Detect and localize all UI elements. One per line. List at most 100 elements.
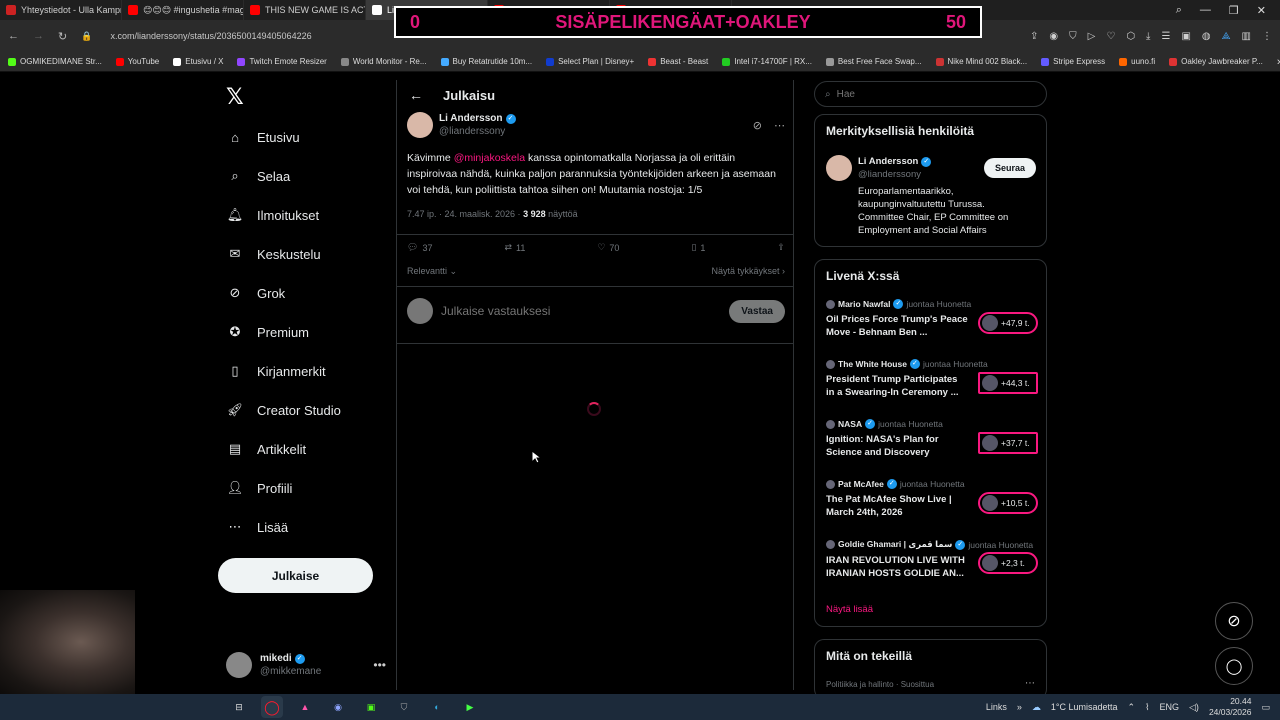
nav-item-lisaa[interactable]: ⋯ Lisää	[226, 518, 289, 536]
mention-link[interactable]: @minjakoskela	[454, 152, 525, 164]
author-name[interactable]: Li Andersson	[439, 112, 503, 125]
live-space-item[interactable]: Goldie Ghamari | سما قمری ✓ juontaa Huonet…	[826, 539, 1038, 580]
post-button[interactable]: Julkaise	[218, 558, 373, 593]
nav-item-selaa[interactable]: ⌕ Selaa	[226, 167, 290, 185]
close-icon[interactable]: ✕	[1257, 4, 1266, 17]
bookmark-item[interactable]: Twitch Emote Resizer	[237, 57, 327, 66]
nav-item-profiili[interactable]: 👤︎ Profiili	[226, 479, 293, 497]
maximize-icon[interactable]: ❐	[1229, 4, 1239, 17]
bookmark-button[interactable]: ▯ 1	[691, 242, 705, 253]
notification-icon[interactable]: ▭	[1261, 702, 1270, 713]
app-icon[interactable]: ▲	[294, 696, 316, 718]
messages-fab-button[interactable]: ◯	[1215, 647, 1253, 685]
bookmark-item[interactable]: Best Free Face Swap...	[825, 57, 922, 66]
more-icon[interactable]: ⋯	[774, 119, 785, 132]
nav-item-grok[interactable]: ⊘ Grok	[226, 284, 286, 302]
volume-icon[interactable]: ◁)	[1189, 702, 1199, 713]
bookmark-item[interactable]: uuno.fi	[1119, 57, 1155, 66]
avatar[interactable]	[407, 112, 433, 138]
profile-icon[interactable]: ◍	[1202, 31, 1211, 42]
author-handle[interactable]: @lianderssony	[439, 125, 516, 138]
show-more-link[interactable]: Näytä lisää	[826, 604, 873, 615]
bookmark-item[interactable]: Buy Retatrutide 10m...	[440, 57, 532, 66]
like-button[interactable]: ♡ 70	[597, 242, 619, 253]
live-space-item[interactable]: NASA ✓ juontaa Huonetta Ignition: NASA's Pl…	[826, 419, 1038, 459]
shield-icon[interactable]: ⛉	[393, 696, 415, 718]
reply-button[interactable]: 💬︎ 37	[407, 242, 432, 253]
nav-item-premium[interactable]: ✪ Premium	[226, 323, 309, 341]
weather-text[interactable]: 1°C Lumisadetta	[1051, 702, 1118, 712]
url-text[interactable]: x.com/lianderssony/status/20365001494050…	[110, 31, 311, 41]
bookmark-item[interactable]: Beast - Beast	[648, 57, 708, 66]
show-likes-link[interactable]: Näytä tykkäykset ›	[711, 266, 785, 277]
minimize-icon[interactable]: —	[1200, 4, 1211, 17]
play-icon[interactable]: ▷	[1088, 31, 1096, 42]
nav-item-kirjanmerkit[interactable]: ▯ Kirjanmerkit	[226, 362, 325, 380]
bookmark-item[interactable]: Etusivu / X	[173, 57, 223, 66]
heart-icon[interactable]: ♡	[1106, 31, 1115, 42]
task-view-icon[interactable]: ⊟	[228, 696, 250, 718]
more-icon[interactable]: •••	[373, 658, 386, 672]
browser-tab[interactable]: Yhteystiedot - Ulla Kampn×	[0, 0, 122, 20]
reply-input[interactable]	[441, 304, 701, 318]
terminal-icon[interactable]: ▶	[459, 696, 481, 718]
bookmark-item[interactable]: Select Plan | Disney+	[546, 57, 634, 66]
edge-icon[interactable]: ◐	[426, 696, 448, 718]
cube-icon[interactable]: ⬡	[1126, 31, 1135, 42]
nav-item-artikkelit[interactable]: ▤ Artikkelit	[226, 440, 306, 458]
person-name[interactable]: Li Andersson	[858, 155, 918, 168]
grok-fab-button[interactable]: ⊘	[1215, 602, 1253, 640]
bookmark-item[interactable]: YouTube	[115, 57, 159, 66]
nav-item-etusivu[interactable]: ⌂ Etusivu	[226, 128, 300, 146]
reply-submit-button[interactable]: Vastaa	[729, 299, 785, 323]
network-icon[interactable]: ⌇	[1145, 702, 1149, 713]
live-space-item[interactable]: Mario Nawfal ✓ juontaa Huonetta Oil Prices …	[826, 299, 1038, 339]
bookmark-item[interactable]: World Monitor - Re...	[340, 57, 427, 66]
bookmark-item[interactable]: Intel i7-14700F | RX...	[722, 57, 812, 66]
download-icon[interactable]: ⤓	[1146, 31, 1150, 42]
nav-item-ilmoitukset[interactable]: 🔔︎ Ilmoitukset	[226, 206, 319, 224]
follow-button[interactable]: Seuraa	[983, 158, 1036, 178]
opera-icon[interactable]: ◯	[261, 696, 283, 718]
live-space-item[interactable]: Pat McAfee ✓ juontaa Huonetta The Pat McAfe…	[826, 479, 1038, 519]
browser-tab[interactable]: 😊😊😊 #ingushetia #mag×	[122, 0, 244, 20]
bookmark-item[interactable]: OGMIKEDIMANE Str...	[8, 57, 102, 66]
chevron-up-icon[interactable]: ⌃	[1128, 702, 1136, 713]
live-space-item[interactable]: The White House ✓ juontaa Huonetta Presiden…	[826, 359, 1038, 399]
links-toolbar[interactable]: Links	[986, 702, 1007, 712]
site-info-icon[interactable]: 🔒	[81, 31, 92, 42]
nav-item-keskustelu[interactable]: ✉ Keskustelu	[226, 245, 321, 263]
camera-icon[interactable]: ◉	[1049, 31, 1058, 42]
bookmark-item[interactable]: Stripe Express	[1041, 57, 1105, 66]
chevron-icon[interactable]: »	[1017, 702, 1022, 712]
search-box[interactable]: ⌕	[814, 81, 1047, 107]
menu-icon[interactable]: ☰	[1161, 31, 1170, 42]
bookmark-item[interactable]: Nike Mind 002 Black...	[935, 57, 1027, 66]
grok-icon[interactable]: ⊘	[753, 119, 762, 132]
kebab-icon[interactable]: ⋮	[1262, 31, 1272, 42]
forward-icon[interactable]: →	[33, 30, 44, 42]
wallet-icon[interactable]: ▣	[1181, 31, 1190, 42]
avatar[interactable]	[826, 155, 852, 181]
sidebar-icon[interactable]: ▥	[1242, 31, 1251, 42]
kick-icon[interactable]: ▣	[360, 696, 382, 718]
x-logo-icon[interactable]: 𝕏	[226, 84, 244, 110]
nav-item-creator-studio[interactable]: 🚀︎ Creator Studio	[226, 401, 341, 419]
back-arrow-icon[interactable]: ←	[409, 87, 423, 103]
bookmark-item[interactable]: Oakley Jawbreaker P...	[1169, 57, 1263, 66]
more-icon[interactable]: ⋯	[1025, 678, 1035, 689]
browser-tab[interactable]: THIS NEW GAME IS ACTU×	[244, 0, 366, 20]
shield-icon[interactable]: ⛉	[1069, 31, 1077, 42]
discord-icon[interactable]: ◉	[327, 696, 349, 718]
sort-dropdown[interactable]: Relevantti ⌄	[407, 266, 457, 277]
account-switcher[interactable]: mikedi ✓ @mikkemane •••	[226, 648, 386, 682]
reload-icon[interactable]: ↻	[58, 30, 67, 43]
extension-icon[interactable]: ⟁	[1222, 31, 1231, 42]
clock[interactable]: 20.44 24/03/2026	[1209, 696, 1252, 718]
search-icon[interactable]: ⌕	[1176, 4, 1182, 17]
share-icon[interactable]: ⇪	[1030, 31, 1038, 42]
share-button[interactable]: ⇪	[777, 242, 785, 253]
language-indicator[interactable]: ENG	[1160, 702, 1180, 712]
post-timestamp[interactable]: 7.47 ip. · 24. maalisk. 2026 ·	[407, 209, 523, 219]
repost-button[interactable]: ⇄ 11	[504, 242, 525, 253]
